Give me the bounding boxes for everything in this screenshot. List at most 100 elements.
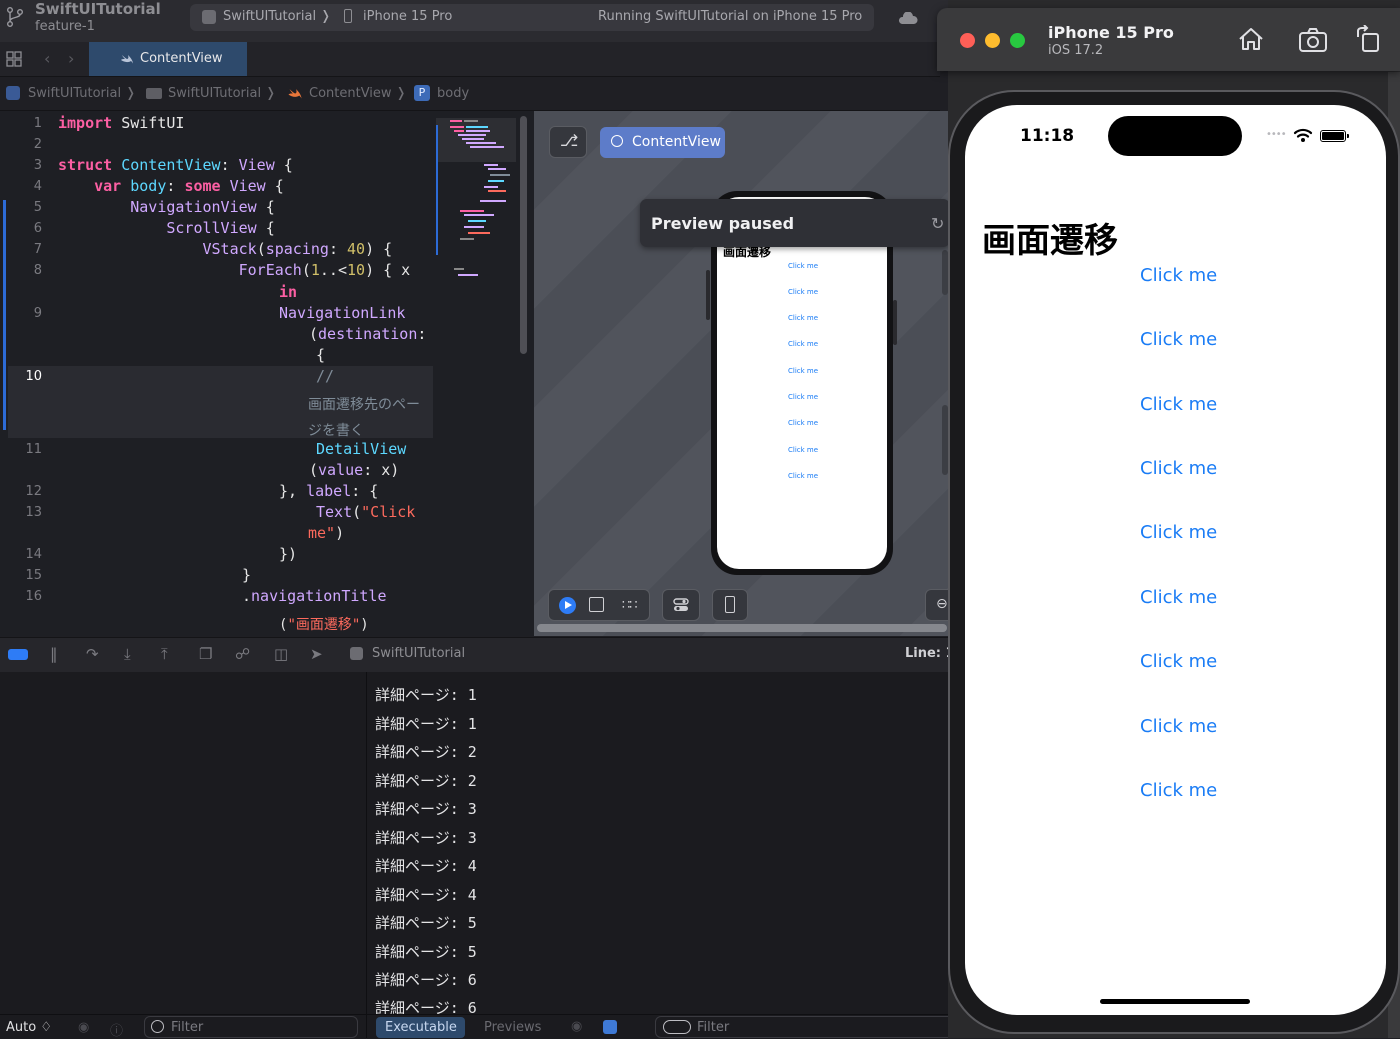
breadcrumb-file[interactable]: ContentView ❭ (309, 86, 407, 101)
console-line: 詳細ページ: 2 (375, 743, 477, 761)
mini-phone-button (706, 270, 710, 320)
scheme-target[interactable]: SwiftUITutorial ❭ (223, 9, 331, 24)
grid-mode-icon[interactable]: ∷∷ (622, 598, 638, 613)
code-line: ジを書く (308, 423, 364, 439)
cloud-icon[interactable] (898, 12, 918, 24)
code-line: (destination: (309, 325, 427, 343)
line-number: 8 (33, 263, 42, 278)
home-indicator[interactable] (1100, 999, 1250, 1004)
click-me-link[interactable]: Click me (1140, 458, 1217, 479)
wifi-icon (1293, 128, 1313, 142)
memory-graph-icon[interactable]: ☍ (235, 645, 250, 663)
quick-look-icon[interactable]: ◉ (78, 1020, 89, 1035)
console-line: 詳細ページ: 6 (375, 971, 477, 989)
dynamic-island (1108, 116, 1242, 156)
environment-overrides-icon[interactable]: ◫ (274, 645, 288, 663)
tab-executable-label: Executable (385, 1020, 457, 1035)
code-line: VStack(spacing: 40) { (202, 240, 393, 258)
console-options-icon[interactable] (603, 1020, 617, 1034)
back-arrow-icon[interactable]: ‹ (44, 49, 50, 68)
pause-icon[interactable]: ‖ (50, 645, 58, 663)
status-bar-clock: 11:18 (1020, 126, 1075, 146)
debug-process-name[interactable]: SwiftUITutorial (372, 646, 465, 661)
run-destination[interactable]: iPhone 15 Pro (363, 9, 452, 24)
line-number: 4 (33, 179, 42, 194)
console-line: 詳細ページ: 5 (375, 943, 477, 961)
code-line: var body: some View { (94, 177, 284, 195)
view-hierarchy-icon[interactable]: ❐ (199, 645, 212, 663)
step-over-icon[interactable]: ↷ (86, 645, 99, 663)
code-line: DetailView (316, 440, 407, 458)
click-me-link[interactable]: Click me (1140, 780, 1217, 801)
refresh-icon[interactable]: ↻ (931, 214, 944, 233)
branch-icon (7, 7, 23, 27)
forward-arrow-icon[interactable]: › (68, 49, 74, 68)
battery-level (1322, 132, 1344, 140)
click-me-link[interactable]: Click me (1140, 329, 1217, 350)
eye-icon[interactable]: ◉ (571, 1019, 582, 1034)
hide-debug-area-icon[interactable] (8, 649, 28, 660)
code-line: }) (279, 545, 298, 563)
code-line: ("画面遷移") (279, 617, 369, 633)
console-line: 詳細ページ: 2 (375, 772, 477, 790)
code-line: NavigationView { (130, 198, 275, 216)
console-line: 詳細ページ: 4 (375, 857, 477, 875)
project-icon (6, 86, 20, 100)
home-icon[interactable] (1237, 25, 1265, 53)
variants-icon (673, 598, 689, 611)
code-line: Text("Click (316, 503, 416, 521)
click-me-link[interactable]: Click me (1140, 522, 1217, 543)
filter-icon (151, 1020, 164, 1033)
editor-scrollbar[interactable] (520, 116, 527, 354)
debug-bar (0, 637, 948, 673)
line-number: 7 (33, 242, 42, 257)
tab-previews[interactable]: Previews (484, 1020, 541, 1035)
console-line: 詳細ページ: 1 (375, 715, 477, 733)
line-number: 6 (33, 221, 42, 236)
variables-scope-popup[interactable]: Auto ♢ (6, 1020, 52, 1035)
code-line: 画面遷移先のペー (308, 397, 420, 413)
line-number: 2 (33, 137, 42, 152)
filter-menu-icon[interactable] (663, 1020, 691, 1034)
breadcrumb-project[interactable]: SwiftUITutorial ❭ (28, 86, 136, 101)
preview-link: Click me (788, 367, 819, 375)
filter-placeholder: Filter (697, 1020, 730, 1035)
preview-link: Click me (788, 314, 819, 322)
breadcrumb-folder[interactable]: SwiftUITutorial ❭ (168, 86, 276, 101)
canvas-scrollbar[interactable] (537, 624, 947, 632)
step-out-icon[interactable]: ⤒ (161, 645, 168, 663)
click-me-link[interactable]: Click me (1140, 716, 1217, 737)
preview-link: Click me (788, 446, 819, 454)
code-line: ForEach(1..<10) { x (238, 261, 411, 279)
simulate-location-icon[interactable]: ➤ (310, 645, 323, 663)
filter-placeholder: Filter (171, 1020, 204, 1035)
related-items-icon[interactable] (6, 51, 22, 67)
minimap[interactable] (440, 118, 515, 288)
branch-name[interactable]: feature-1 (35, 19, 95, 34)
rotate-icon[interactable] (1355, 25, 1381, 53)
click-me-link[interactable]: Click me (1140, 265, 1217, 286)
minimize-window-button[interactable] (985, 33, 1000, 48)
console-line: 詳細ページ: 1 (375, 686, 477, 704)
selectable-mode-icon[interactable] (589, 597, 604, 612)
line-number: 1 (33, 116, 42, 131)
screenshot-icon[interactable] (1298, 27, 1328, 53)
click-me-link[interactable]: Click me (1140, 587, 1217, 608)
breadcrumb-symbol[interactable]: body (437, 86, 469, 101)
preview-link: Click me (788, 340, 819, 348)
step-into-icon[interactable]: ⤓ (124, 645, 131, 663)
variables-view[interactable] (0, 672, 367, 1038)
click-me-link[interactable]: Click me (1140, 651, 1217, 672)
zoom-window-button[interactable] (1010, 33, 1025, 48)
info-icon[interactable]: ⓘ (110, 1020, 123, 1039)
code-line: // (316, 367, 335, 385)
folder-icon (146, 88, 162, 99)
click-me-link[interactable]: Click me (1140, 394, 1217, 415)
breadcrumb (0, 77, 940, 111)
code-line: ScrollView { (166, 219, 275, 237)
console-line: 詳細ページ: 3 (375, 829, 477, 847)
line-number: 16 (25, 589, 42, 604)
code-line: }, label: { (279, 482, 379, 500)
close-window-button[interactable] (960, 33, 975, 48)
preview-status-icon (611, 135, 623, 147)
